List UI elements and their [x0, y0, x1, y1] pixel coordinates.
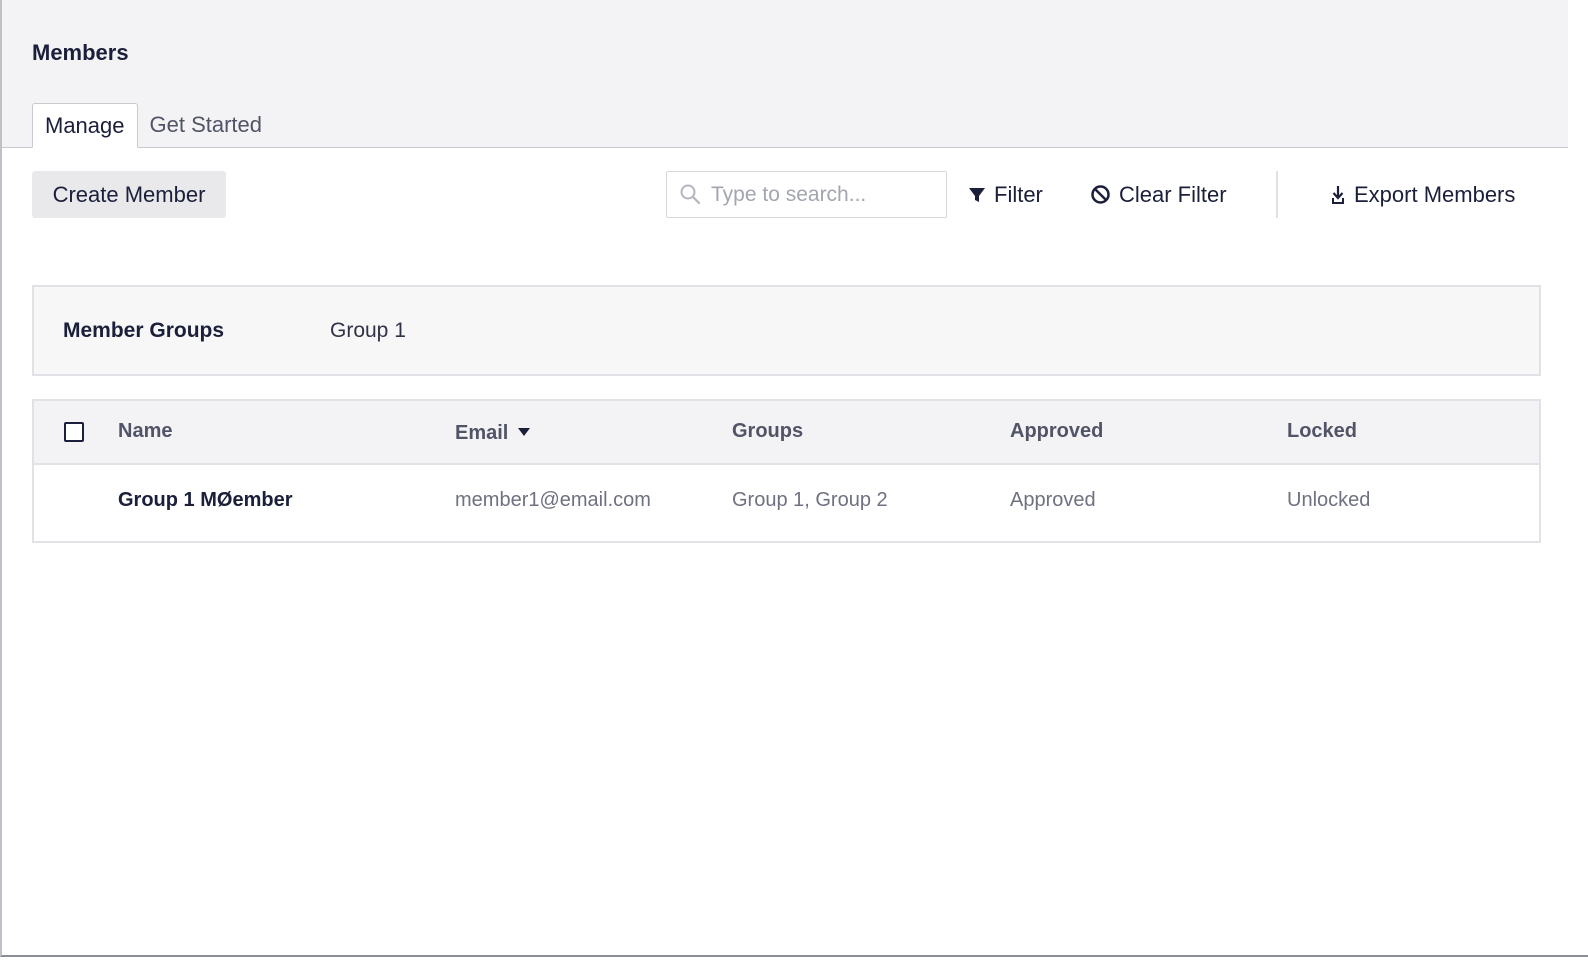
tab-bar: Manage Get Started: [32, 103, 274, 148]
search-icon: [680, 184, 701, 205]
app-frame: Members Manage Get Started Create Member…: [0, 0, 1588, 957]
column-header-approved[interactable]: Approved: [1010, 420, 1103, 443]
column-header-locked[interactable]: Locked: [1287, 420, 1357, 443]
export-members-label: Export Members: [1354, 181, 1516, 207]
page-title: Members: [32, 40, 129, 65]
column-header-groups[interactable]: Groups: [732, 420, 803, 443]
table-row[interactable]: Group 1 MØember member1@email.com Group …: [34, 465, 1539, 541]
tab-manage[interactable]: Manage: [32, 103, 138, 148]
select-all-checkbox[interactable]: [64, 422, 84, 442]
filter-button[interactable]: Filter: [968, 171, 1043, 218]
page-header: Members Manage Get Started: [2, 0, 1568, 148]
tab-get-started[interactable]: Get Started: [138, 103, 275, 148]
member-approved-status: Approved: [1010, 489, 1096, 511]
members-table: Name Email Groups Approved Locked Group …: [32, 399, 1541, 543]
ban-circle-icon: [1091, 185, 1110, 204]
filter-label: Filter: [994, 181, 1043, 207]
search-box: [666, 171, 947, 218]
export-members-button[interactable]: Export Members: [1330, 171, 1515, 218]
member-groups-panel: Member Groups Group 1: [32, 285, 1541, 376]
column-header-name[interactable]: Name: [118, 420, 172, 443]
sort-descending-icon: [518, 428, 531, 436]
table-header: Name Email Groups Approved Locked: [34, 401, 1539, 465]
member-groups-label: Member Groups: [63, 319, 225, 342]
create-member-button[interactable]: Create Member: [32, 171, 226, 218]
toolbar: Create Member Filter Clear Filter: [32, 171, 1538, 219]
toolbar-divider: [1276, 171, 1278, 218]
member-groups: Group 1, Group 2: [732, 489, 888, 511]
member-group-item[interactable]: Group 1: [330, 319, 406, 343]
clear-filter-label: Clear Filter: [1119, 181, 1227, 207]
download-icon: [1332, 185, 1344, 204]
clear-filter-button[interactable]: Clear Filter: [1090, 171, 1227, 218]
column-header-email[interactable]: Email: [455, 422, 531, 445]
member-locked-status: Unlocked: [1287, 489, 1371, 511]
search-input[interactable]: [711, 172, 941, 217]
member-name[interactable]: Group 1 MØember: [118, 489, 292, 512]
member-email: member1@email.com: [455, 489, 651, 511]
filter-funnel-icon: [969, 187, 985, 202]
column-header-email-label: Email: [455, 422, 509, 444]
